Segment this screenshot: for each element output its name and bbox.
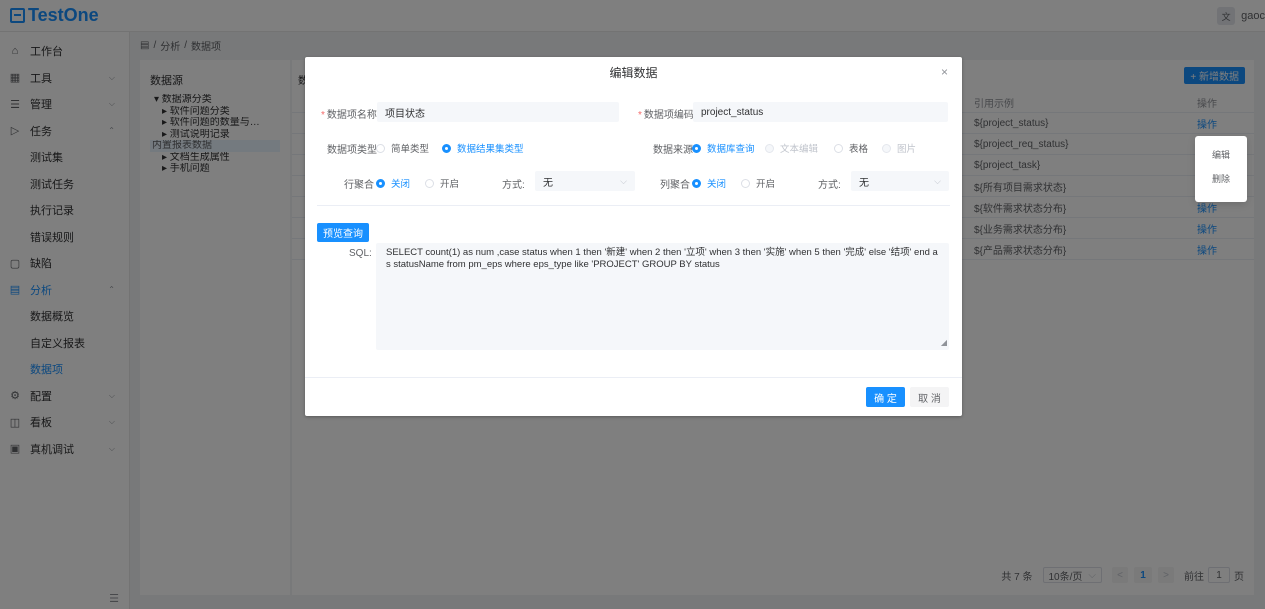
type-radio-resultset[interactable]: 数据结果集类型: [442, 141, 524, 155]
row-action-menu: 编辑 删除: [1195, 136, 1247, 202]
col-agg-radio-off[interactable]: 关闭: [692, 176, 726, 190]
edit-data-dialog: 编辑数据 × * 数据项名称 项目状态 * 数据项编码 project_status…: [305, 57, 962, 416]
type-label: 数据项类型: [327, 145, 377, 156]
edit-menu-item[interactable]: 编辑: [1195, 142, 1247, 166]
dialog-title: 编辑数据: [609, 65, 658, 80]
code-input[interactable]: project_status: [693, 102, 948, 122]
resize-handle-icon[interactable]: ◢: [941, 337, 947, 349]
name-label: * 数据项名称: [321, 110, 377, 121]
row-agg-radio-on[interactable]: 开启: [425, 176, 459, 190]
source-radio-db[interactable]: 数据库查询: [692, 141, 755, 155]
row-method-value: 无: [543, 177, 553, 189]
type-radio-simple[interactable]: 简单类型: [376, 141, 429, 155]
sql-textarea[interactable]: SELECT count(1) as num ,case status when…: [376, 243, 949, 350]
sql-text: SELECT count(1) as num ,case status when…: [386, 247, 938, 270]
source-radio-text[interactable]: 文本编辑: [765, 141, 818, 155]
col-method-value: 无: [859, 177, 869, 189]
source-label: 数据来源: [653, 145, 693, 156]
name-input[interactable]: 项目状态: [377, 102, 619, 122]
col-method-label: 方式:: [818, 180, 841, 191]
col-agg-label: 列聚合: [660, 180, 690, 191]
col-method-select[interactable]: 无 ⌵: [851, 171, 949, 191]
cancel-button[interactable]: 取 消: [910, 387, 949, 407]
divider: [305, 377, 962, 378]
divider: [317, 205, 950, 206]
source-radio-table[interactable]: 表格: [834, 141, 868, 155]
row-agg-label: 行聚合: [344, 180, 374, 191]
preview-query-button[interactable]: 预览查询: [317, 223, 369, 242]
code-label: * 数据项编码: [638, 110, 694, 121]
close-icon[interactable]: ×: [941, 65, 948, 79]
row-method-select[interactable]: 无 ⌵: [535, 171, 635, 191]
source-radio-image[interactable]: 图片: [882, 141, 916, 155]
delete-menu-item[interactable]: 删除: [1195, 166, 1247, 190]
row-agg-radio-off[interactable]: 关闭: [376, 176, 410, 190]
row-method-label: 方式:: [502, 180, 525, 191]
col-agg-radio-on[interactable]: 开启: [741, 176, 775, 190]
confirm-button[interactable]: 确 定: [866, 387, 905, 407]
chevron-down-icon: ⌵: [620, 175, 627, 186]
sql-label: SQL:: [349, 248, 372, 259]
chevron-down-icon: ⌵: [934, 175, 941, 186]
